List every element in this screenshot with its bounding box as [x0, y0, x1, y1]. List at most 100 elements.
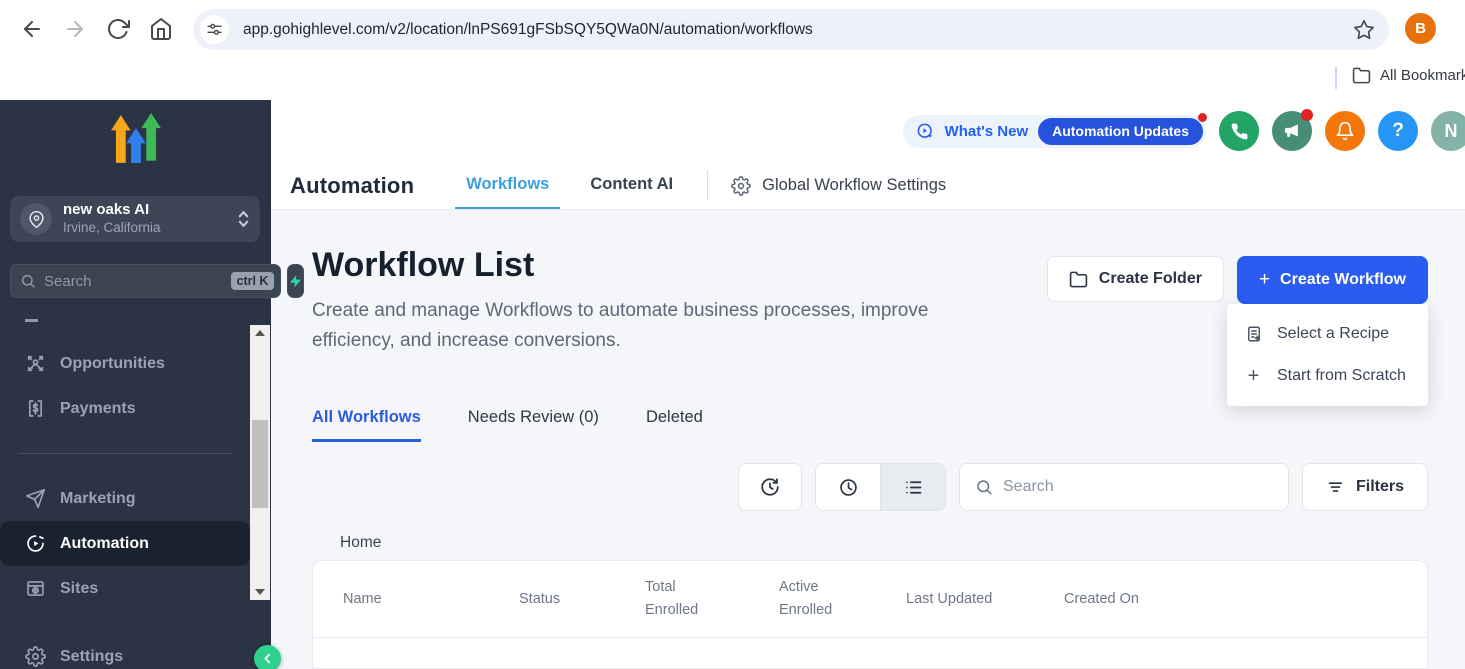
- tab-workflows[interactable]: Workflows: [455, 162, 560, 209]
- sidebar-item-label: Sites: [60, 580, 98, 598]
- create-folder-label: Create Folder: [1099, 270, 1202, 288]
- list-view-button[interactable]: [880, 464, 945, 510]
- sidebar-item-marketing[interactable]: Marketing: [0, 476, 271, 521]
- menu-item-label: Select a Recipe: [1277, 325, 1389, 343]
- filter-icon: [1326, 478, 1345, 497]
- tab-deleted[interactable]: Deleted: [646, 408, 703, 442]
- filters-button[interactable]: Filters: [1302, 463, 1428, 511]
- whats-new-button[interactable]: What's New Automation Updates: [903, 115, 1206, 148]
- nav-divider: [707, 170, 708, 201]
- all-bookmarks-button[interactable]: All Bookmarks: [1352, 66, 1465, 85]
- account-switcher[interactable]: new oaks AI Irvine, California: [10, 196, 260, 242]
- breadcrumb[interactable]: Home: [312, 534, 1428, 552]
- sidebar-item-automation[interactable]: Automation: [0, 521, 250, 566]
- column-header-active-enrolled: Active Enrolled: [779, 576, 906, 622]
- top-action-bar: What's New Automation Updates ? N: [271, 100, 1465, 162]
- global-workflow-settings-link[interactable]: Global Workflow Settings: [731, 162, 946, 209]
- shortcut-badge: ctrl K: [231, 272, 275, 290]
- history-clock-icon: [759, 476, 781, 498]
- phone-button[interactable]: [1219, 111, 1259, 151]
- sidebar-item-settings[interactable]: Settings: [0, 634, 271, 669]
- folder-icon: [1352, 66, 1371, 85]
- tab-content-ai[interactable]: Content AI: [579, 162, 684, 209]
- column-header-last-updated: Last Updated: [906, 588, 1064, 611]
- menu-item-label: Start from Scratch: [1277, 367, 1406, 385]
- workflow-search[interactable]: [959, 463, 1289, 511]
- automation-nav: Automation Workflows Content AI Global W…: [271, 162, 1465, 210]
- search-icon: [975, 478, 993, 496]
- column-header-status: Status: [519, 588, 645, 611]
- bookmark-star-icon[interactable]: [1353, 19, 1375, 41]
- scrollbar-down-arrow[interactable]: [250, 584, 270, 600]
- home-icon[interactable]: [149, 17, 173, 41]
- column-header-created-on: Created On: [1064, 588, 1427, 611]
- partial-menu-item: [25, 319, 38, 322]
- chevron-up-down-icon: [237, 209, 250, 229]
- sidebar-scrollbar[interactable]: [250, 325, 270, 600]
- phone-icon: [1230, 122, 1249, 141]
- opportunities-icon: [25, 353, 46, 374]
- sites-icon: [25, 578, 46, 599]
- gohighlevel-logo-icon: [107, 113, 165, 165]
- sidebar-search[interactable]: ctrl K: [10, 264, 281, 298]
- help-button[interactable]: ?: [1378, 111, 1418, 151]
- address-bar[interactable]: app.gohighlevel.com/v2/location/lnPS691g…: [193, 9, 1389, 50]
- location-pin-icon: [20, 203, 52, 235]
- gear-icon: [731, 176, 751, 196]
- global-workflow-settings-label: Global Workflow Settings: [762, 176, 946, 195]
- sidebar-item-opportunities[interactable]: Opportunities: [0, 341, 271, 386]
- column-header-name: Name: [343, 588, 519, 611]
- payments-icon: [25, 398, 46, 419]
- chevron-left-icon: [261, 652, 274, 665]
- bookmarks-divider: [1335, 67, 1337, 89]
- table-header-row: Name Status Total Enrolled Active Enroll…: [313, 561, 1427, 638]
- title-block: Workflow List Create and manage Workflow…: [312, 246, 1012, 356]
- list-toolbar: Filters: [312, 463, 1428, 511]
- table-body: [313, 638, 1427, 668]
- scrollbar-thumb[interactable]: [252, 420, 268, 508]
- gohighlevel-logo[interactable]: [0, 100, 271, 165]
- reload-icon[interactable]: [106, 17, 130, 41]
- url-text[interactable]: app.gohighlevel.com/v2/location/lnPS691g…: [243, 21, 1345, 39]
- user-avatar[interactable]: N: [1431, 111, 1465, 151]
- back-icon[interactable]: [20, 17, 44, 41]
- sidebar: new oaks AI Irvine, California ctrl K: [0, 100, 271, 669]
- workflow-search-input[interactable]: [1003, 478, 1273, 496]
- sidebar-item-label: Marketing: [60, 490, 136, 508]
- site-settings-icon[interactable]: [200, 15, 229, 44]
- menu-item-select-recipe[interactable]: Select a Recipe: [1227, 313, 1428, 355]
- scrollbar-up-arrow[interactable]: [250, 325, 270, 341]
- quick-actions-button[interactable]: [287, 264, 304, 298]
- sidebar-search-input[interactable]: [44, 273, 231, 290]
- notifications-button[interactable]: [1325, 111, 1365, 151]
- create-folder-button[interactable]: Create Folder: [1047, 256, 1224, 302]
- lightning-bolt-icon: [288, 274, 303, 289]
- account-location: Irvine, California: [63, 220, 237, 237]
- clock-icon: [838, 477, 859, 498]
- marketing-icon: [25, 488, 46, 509]
- menu-item-start-from-scratch[interactable]: + Start from Scratch: [1227, 355, 1428, 397]
- notification-dot: [1198, 113, 1207, 122]
- sidebar-settings-container: Settings: [0, 634, 271, 669]
- forward-icon[interactable]: [63, 17, 87, 41]
- plus-icon: +: [1259, 269, 1270, 291]
- notification-dot: [1301, 109, 1313, 121]
- list-icon: [903, 477, 924, 498]
- account-name: new oaks AI: [63, 201, 237, 220]
- browser-profile-avatar[interactable]: B: [1405, 13, 1436, 44]
- sidebar-collapse-button[interactable]: [254, 645, 281, 669]
- sidebar-item-sites[interactable]: Sites: [0, 566, 271, 611]
- recipe-icon: [1244, 325, 1263, 343]
- automation-updates-badge[interactable]: Automation Updates: [1038, 118, 1203, 145]
- enrollment-history-button[interactable]: [738, 463, 802, 511]
- tab-needs-review[interactable]: Needs Review (0): [468, 408, 599, 442]
- bookmarks-bar: All Bookmarks: [0, 58, 1465, 100]
- create-workflow-button[interactable]: + Create Workflow: [1237, 256, 1428, 304]
- recent-view-button[interactable]: [816, 464, 880, 510]
- search-icon: [20, 273, 36, 289]
- whats-new-icon: [916, 122, 935, 141]
- tab-all-workflows[interactable]: All Workflows: [312, 408, 421, 442]
- sidebar-item-label: Opportunities: [60, 355, 165, 373]
- announcements-button[interactable]: [1272, 111, 1312, 151]
- sidebar-item-payments[interactable]: Payments: [0, 386, 271, 431]
